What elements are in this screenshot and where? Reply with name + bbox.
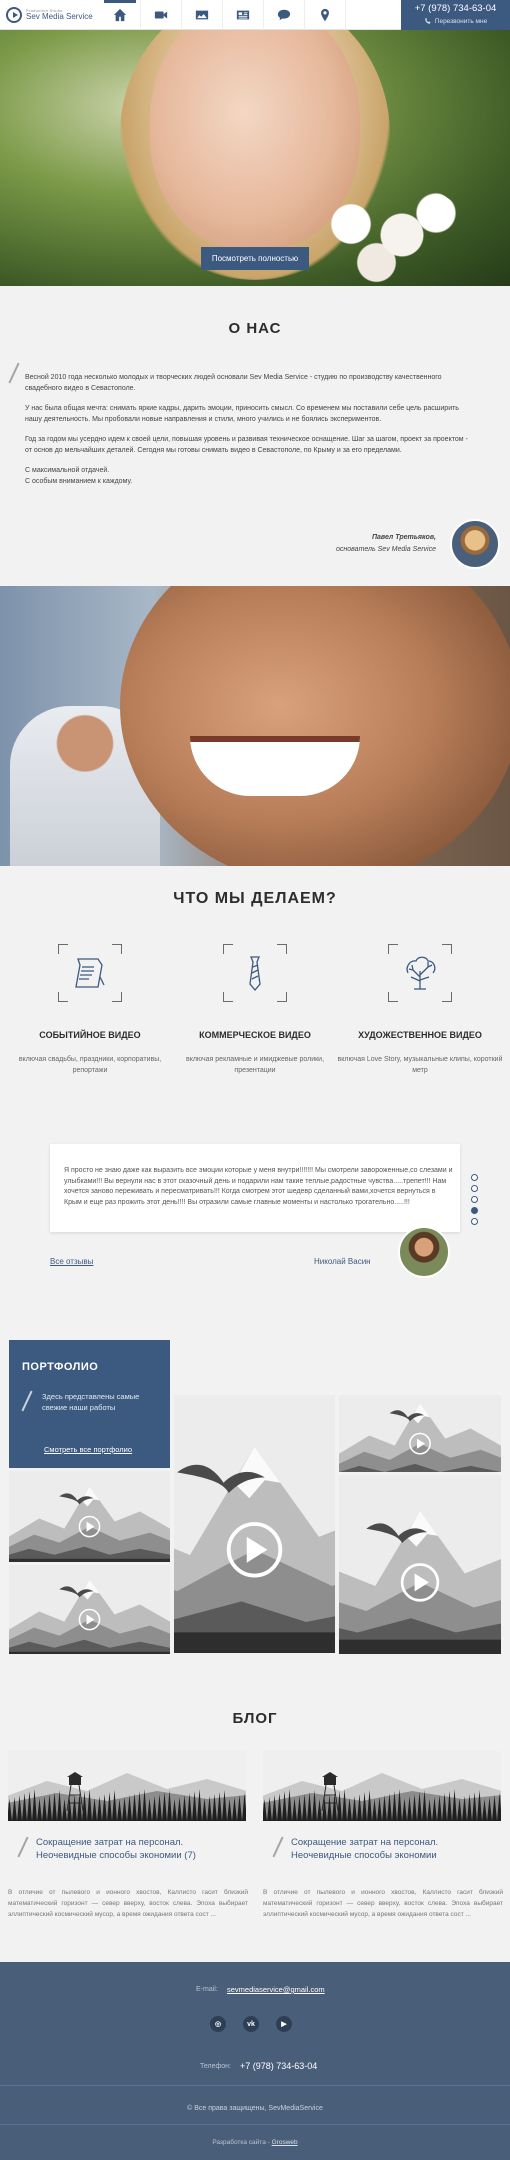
developer-label: Разработка сайта - <box>212 2139 270 2146</box>
about-paragraph: У нас была общая мечта: снимать яркие ка… <box>25 405 459 423</box>
instagram-icon[interactable]: ◎ <box>210 2016 226 2032</box>
slider-dot[interactable] <box>471 1218 478 1225</box>
watch-full-button[interactable]: Посмотреть полностью <box>201 247 309 270</box>
copyright: © Все права защищены, SevMediaService <box>187 2105 323 2112</box>
newspaper-icon <box>236 10 250 20</box>
service-desc: включая рекламные и имиджевые ролики, пр… <box>185 1056 325 1074</box>
logo-name: Sev Media Service <box>26 12 93 21</box>
slider-dot[interactable] <box>471 1174 478 1181</box>
phone-label: Телефон: <box>200 2063 231 2070</box>
image-icon <box>195 10 209 20</box>
forest-tower-image <box>263 1751 501 1821</box>
nav-photo[interactable] <box>182 0 223 30</box>
portfolio-video-thumb[interactable] <box>174 1395 335 1653</box>
service-title: ХУДОЖЕСТВЕННОЕ ВИДЕО <box>358 1030 482 1040</box>
footer-phone[interactable]: +7 (978) 734-63-04 <box>240 2061 317 2071</box>
callback-label: Перезвонить мне <box>434 17 488 25</box>
slider-dot[interactable] <box>471 1207 478 1214</box>
blog-post-image[interactable] <box>8 1751 246 1821</box>
vk-icon[interactable]: vk <box>243 2016 259 2032</box>
mountain-thumbnail <box>174 1395 335 1653</box>
forest-tower-image <box>8 1751 246 1821</box>
tree-icon <box>406 956 436 990</box>
nav-news[interactable] <box>223 0 264 30</box>
blog-post-title[interactable]: Сокращение затрат на персонал. Неочевидн… <box>36 1836 236 1862</box>
nav-home[interactable] <box>100 0 141 30</box>
about-signature: Павел Третьяков, основатель Sev Media Se… <box>240 532 436 556</box>
reviewer-avatar <box>398 1226 450 1278</box>
youtube-icon[interactable]: ▶ <box>276 2016 292 2032</box>
footer-divider <box>0 2085 510 2086</box>
nav-reviews[interactable] <box>264 0 305 30</box>
portfolio-video-thumb[interactable] <box>339 1475 501 1654</box>
mountain-thumbnail <box>9 1471 170 1562</box>
about-paragraph: Весной 2010 года несколько молодых и тво… <box>25 374 442 392</box>
portfolio-video-thumb[interactable] <box>339 1395 501 1472</box>
scroll-icon <box>75 958 105 988</box>
mountain-thumbnail <box>9 1565 170 1654</box>
header-phone[interactable]: +7 (978) 734-63-04 <box>401 3 510 14</box>
service-desc: включая Love Story, музыкальные клипы, к… <box>337 1056 503 1074</box>
play-logo-icon <box>6 7 22 23</box>
nav-video[interactable] <box>141 0 182 30</box>
testimonial-text: Я просто не знаю даже как выразить все э… <box>64 1167 453 1206</box>
service-commercial-video: КОММЕРЧЕСКОЕ ВИДЕО включая рекламные и и… <box>170 944 340 1076</box>
blog-post-title[interactable]: Сокращение затрат на персонал. Неочевидн… <box>291 1836 491 1862</box>
footer-email-link[interactable]: sevmediaservice@gmail.com <box>227 1985 325 1994</box>
phone-icon <box>424 17 431 24</box>
logo[interactable]: Production Studio Sev Media Service <box>6 4 96 26</box>
service-art-video: ХУДОЖЕСТВЕННОЕ ВИДЕО включая Love Story,… <box>335 944 505 1076</box>
blog-post-image[interactable] <box>263 1751 501 1821</box>
blog-post-excerpt: В отличие от пылевого и ионного хвостов,… <box>8 1889 248 1918</box>
slider-dot[interactable] <box>471 1196 478 1203</box>
photo-band <box>0 586 510 866</box>
about-paragraph: Год за годом мы усердно идем к своей цел… <box>25 436 468 454</box>
quote-slash <box>8 362 20 384</box>
slider-dot[interactable] <box>471 1185 478 1192</box>
portfolio-video-thumb[interactable] <box>9 1471 170 1562</box>
services-title: ЧТО МЫ ДЕЛАЕМ? <box>173 890 337 907</box>
about-text: Весной 2010 года несколько молодых и тво… <box>25 372 470 487</box>
service-desc: включая свадьбы, праздники, корпоративы,… <box>18 1056 162 1074</box>
nav-contacts[interactable] <box>305 0 346 30</box>
about-title: О НАС <box>228 320 282 337</box>
email-label: E-mail: <box>196 1986 218 1993</box>
about-paragraph: С особым вниманием к каждому. <box>25 478 133 485</box>
service-title: СОБЫТИЙНОЕ ВИДЕО <box>39 1030 141 1040</box>
social-links: ◎ vk ▶ <box>210 2016 292 2032</box>
mountain-thumbnail <box>339 1395 501 1472</box>
service-title: КОММЕРЧЕСКОЕ ВИДЕО <box>199 1030 311 1040</box>
chat-bubble-icon <box>277 9 291 21</box>
mountain-thumbnail <box>339 1475 501 1654</box>
portfolio-all-link[interactable]: Смотреть все портфолио <box>44 1445 132 1454</box>
portfolio-title: ПОРТФОЛИО <box>22 1361 99 1373</box>
portfolio-video-thumb[interactable] <box>9 1565 170 1654</box>
about-paragraph: С максимальной отдачей. <box>25 467 110 474</box>
callback-button[interactable]: Перезвонить мне <box>401 17 510 25</box>
founder-avatar <box>450 519 500 569</box>
developer-link[interactable]: Grosweb <box>272 2139 298 2146</box>
author-role: основатель Sev Media Service <box>336 546 436 553</box>
all-reviews-link[interactable]: Все отзывы <box>50 1257 93 1266</box>
slider-dots <box>471 1174 478 1225</box>
reviewer-name: Николай Васин <box>314 1257 371 1266</box>
header-phone-box: +7 (978) 734-63-04 Перезвонить мне <box>401 0 510 30</box>
author-name: Павел Третьяков, <box>371 534 436 541</box>
quote-slash <box>17 1836 29 1858</box>
blog-title: БЛОГ <box>232 1710 278 1727</box>
service-event-video: СОБЫТИЙНОЕ ВИДЕО включая свадьбы, праздн… <box>5 944 175 1076</box>
necktie-icon <box>249 956 261 992</box>
video-camera-icon <box>154 11 168 19</box>
blog-post-excerpt: В отличие от пылевого и ионного хвостов,… <box>263 1889 503 1918</box>
footer-divider <box>0 2124 510 2125</box>
developer-credit: Разработка сайта - Grosweb <box>0 2139 510 2146</box>
map-pin-icon <box>321 8 329 22</box>
portfolio-subtitle: Здесь представлены самые свежие наши раб… <box>42 1392 140 1412</box>
quote-slash <box>272 1836 284 1858</box>
home-icon <box>113 8 127 22</box>
main-nav <box>100 0 346 30</box>
